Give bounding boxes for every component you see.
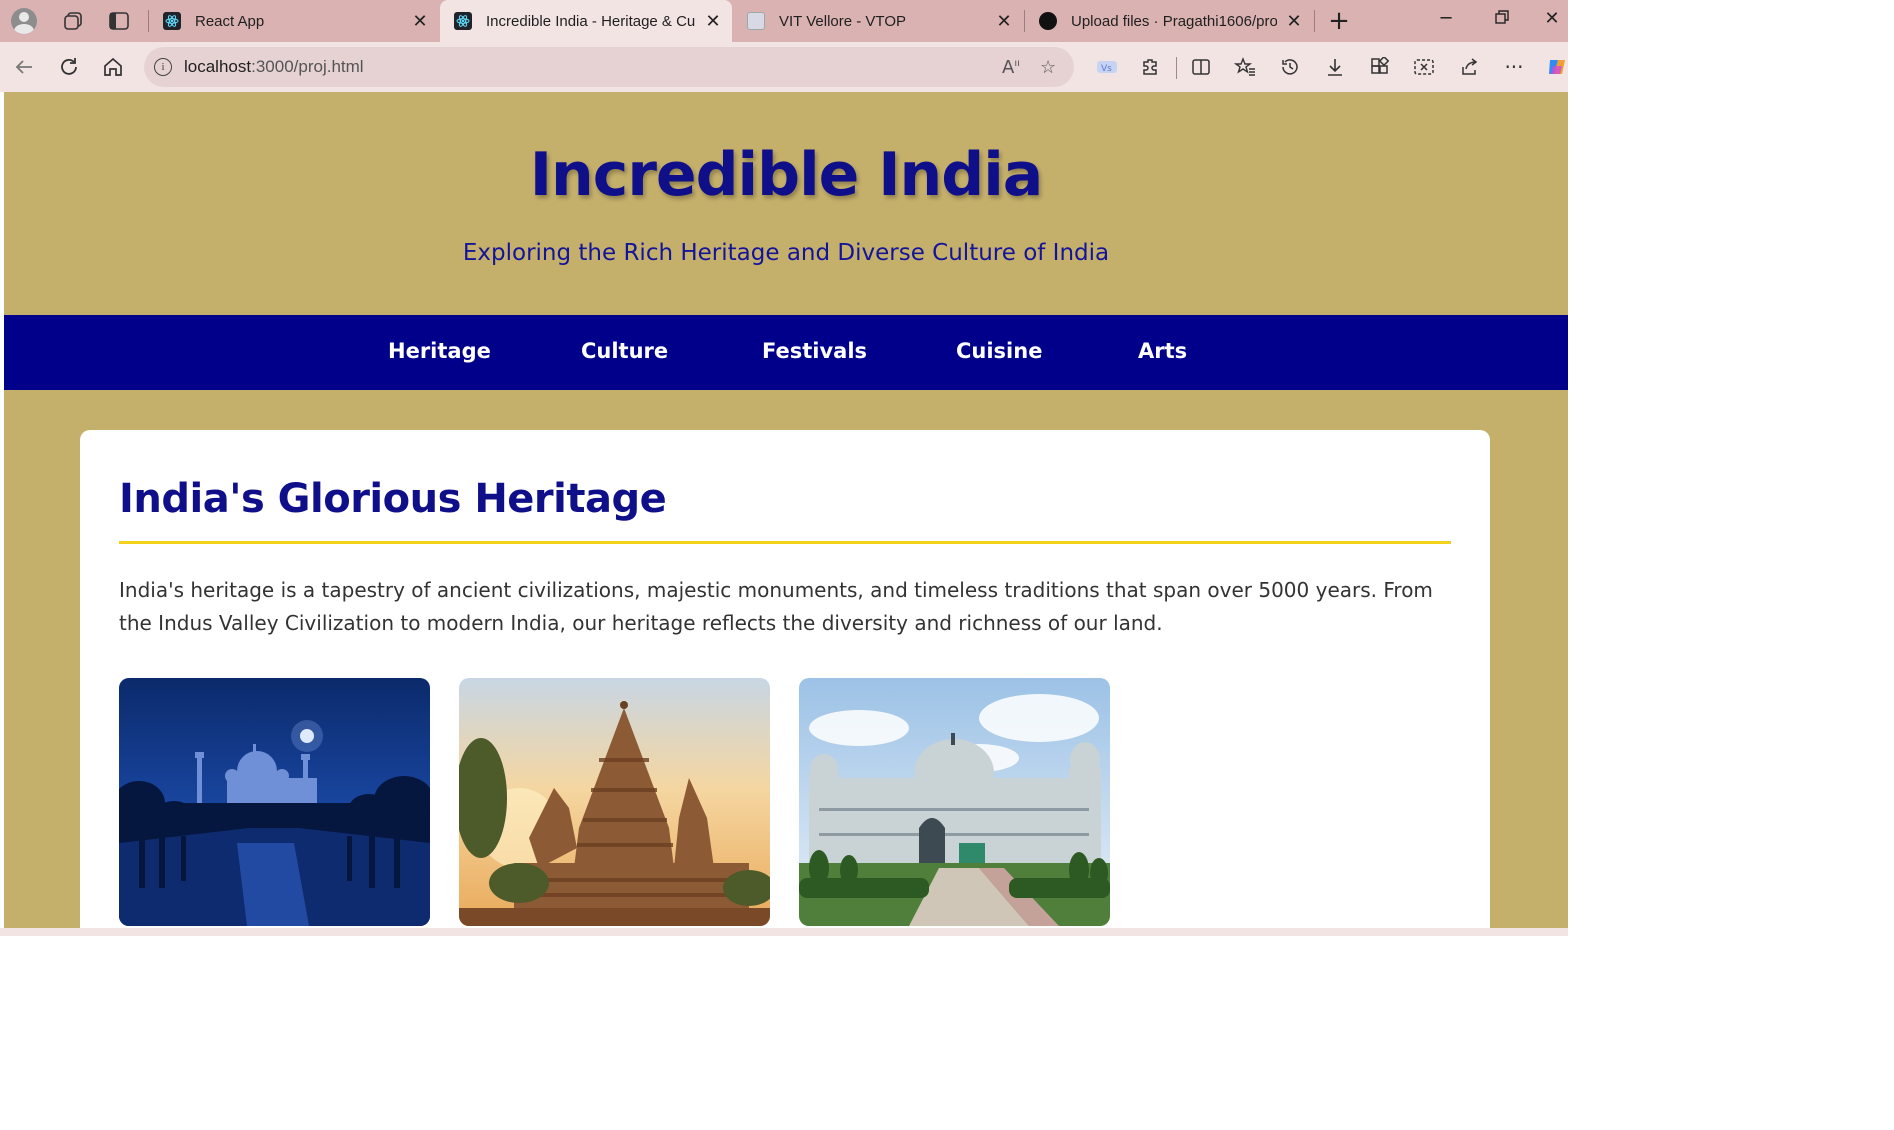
- more-options-icon[interactable]: ···: [1503, 55, 1525, 79]
- screenshot-icon[interactable]: [1413, 56, 1435, 78]
- section-description: India's heritage is a tapestry of ancien…: [119, 578, 1433, 635]
- tab-title: Incredible India - Heritage & Cul: [486, 12, 696, 30]
- heritage-section: India's Glorious Heritage India's herita…: [80, 430, 1490, 928]
- tab-vit-vellore[interactable]: VIT Vellore - VTOP ✕: [733, 0, 1023, 42]
- extensions-puzzle-icon[interactable]: [1140, 56, 1162, 78]
- tab-title: VIT Vellore - VTOP: [779, 12, 906, 30]
- site-title: Incredible India: [529, 140, 1044, 210]
- vertical-tabs-icon[interactable]: [106, 8, 132, 34]
- khajuraho-temple-image: [459, 678, 770, 926]
- tab-github-upload[interactable]: Upload files · Pragathi1606/proj- ✕: [1025, 0, 1313, 42]
- workspaces-icon[interactable]: [60, 8, 86, 34]
- github-icon: [1039, 12, 1057, 30]
- extension-vs-icon[interactable]: Vs: [1096, 56, 1118, 78]
- svg-text:Vs: Vs: [1101, 64, 1112, 74]
- close-tab-icon[interactable]: ✕: [995, 11, 1013, 32]
- new-tab-button[interactable]: +: [1326, 6, 1352, 36]
- site-header: Incredible India Exploring the Rich Heri…: [4, 92, 1568, 315]
- nav-arts[interactable]: Arts: [1138, 339, 1187, 363]
- refresh-icon[interactable]: [56, 54, 82, 80]
- read-aloud-icon[interactable]: Aıı: [1002, 57, 1020, 78]
- section-title: India's Glorious Heritage: [119, 476, 667, 522]
- vit-icon: [747, 12, 765, 30]
- share-icon[interactable]: [1458, 56, 1480, 78]
- close-tab-icon[interactable]: ✕: [411, 11, 429, 32]
- react-icon: [454, 12, 472, 30]
- nav-festivals[interactable]: Festivals: [762, 339, 867, 363]
- apps-icon[interactable]: [1369, 56, 1391, 78]
- restore-icon[interactable]: [1490, 8, 1514, 29]
- victoria-memorial-image: [799, 678, 1110, 926]
- taj-mahal-night-image: [119, 678, 430, 926]
- nav-culture[interactable]: Culture: [581, 339, 668, 363]
- minimize-icon[interactable]: ─: [1434, 8, 1458, 29]
- tab-incredible-india[interactable]: Incredible India - Heritage & Cul ✕: [440, 0, 732, 42]
- main-navigation: Heritage Culture Festivals Cuisine Arts: [4, 315, 1568, 390]
- address-bar-row: i localhost:3000/proj.html Aıı ☆ Vs ···: [0, 42, 1568, 92]
- home-icon[interactable]: [100, 54, 126, 80]
- tab-title: React App: [195, 12, 265, 30]
- profile-icon[interactable]: [11, 8, 37, 34]
- split-screen-icon[interactable]: [1190, 56, 1212, 78]
- favorite-star-icon[interactable]: ☆: [1040, 57, 1056, 78]
- browser-tab-bar: React App ✕ Incredible India - Heritage …: [0, 0, 1568, 42]
- tab-title: Upload files · Pragathi1606/proj-: [1071, 12, 1277, 30]
- history-icon[interactable]: [1279, 56, 1301, 78]
- favorites-icon[interactable]: [1234, 56, 1256, 78]
- site-info-icon[interactable]: i: [154, 58, 172, 76]
- nav-heritage[interactable]: Heritage: [388, 339, 491, 363]
- downloads-icon[interactable]: [1324, 56, 1346, 78]
- window-bottom-edge: [0, 928, 1568, 936]
- copilot-icon[interactable]: [1546, 56, 1568, 78]
- site-subtitle: Exploring the Rich Heritage and Diverse …: [462, 240, 1110, 266]
- toolbar-divider: [1176, 57, 1177, 79]
- tab-react-app[interactable]: React App ✕: [149, 0, 439, 42]
- url-text: localhost:3000/proj.html: [184, 57, 364, 76]
- back-icon[interactable]: [11, 54, 37, 80]
- close-window-icon[interactable]: ✕: [1540, 8, 1564, 29]
- page-viewport: Incredible India Exploring the Rich Heri…: [4, 92, 1568, 928]
- react-icon: [163, 12, 181, 30]
- close-tab-icon[interactable]: ✕: [1285, 11, 1303, 32]
- url-field[interactable]: i localhost:3000/proj.html Aıı ☆: [144, 47, 1074, 87]
- close-tab-icon[interactable]: ✕: [704, 11, 722, 32]
- nav-cuisine[interactable]: Cuisine: [956, 339, 1042, 363]
- title-underline: [119, 541, 1451, 544]
